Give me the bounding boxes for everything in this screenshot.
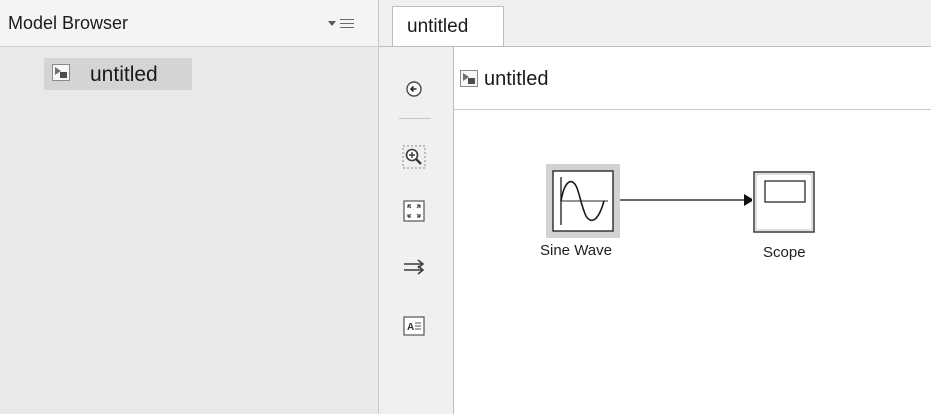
tree-item-untitled[interactable]: untitled xyxy=(44,58,192,90)
navigate-back-icon[interactable] xyxy=(401,76,427,102)
sine-wave-label: Sine Wave xyxy=(540,242,612,259)
tab-label: untitled xyxy=(407,16,469,37)
zoom-in-icon[interactable] xyxy=(401,144,427,170)
tree-item-label: untitled xyxy=(90,63,158,86)
scope-icon xyxy=(753,171,815,233)
sine-wave-icon xyxy=(552,170,614,232)
model-browser-title: Model Browser xyxy=(8,13,129,33)
palette-toolbar: A xyxy=(379,47,454,414)
svg-text:A: A xyxy=(407,322,414,333)
sine-wave-block[interactable] xyxy=(546,164,620,238)
fit-to-view-icon[interactable] xyxy=(401,198,427,224)
model-browser-header: Model Browser xyxy=(0,0,378,47)
annotation-icon[interactable]: A xyxy=(401,313,427,339)
caret-down-icon xyxy=(328,20,336,26)
model-icon xyxy=(460,70,478,87)
scope-label: Scope xyxy=(763,244,806,261)
model-canvas[interactable]: Sine Wave Scope xyxy=(454,110,931,414)
tab-untitled[interactable]: untitled xyxy=(392,6,504,46)
model-browser-panel: Model Browser untitled xyxy=(0,0,379,414)
signal-connections xyxy=(604,194,754,206)
route-lines-icon[interactable] xyxy=(401,254,427,280)
editor-tab-bar: untitled xyxy=(379,0,931,47)
list-menu-icon xyxy=(340,18,354,28)
model-icon xyxy=(52,64,70,81)
toolbar-separator xyxy=(399,118,431,119)
scope-block[interactable] xyxy=(752,170,816,234)
address-bar-label[interactable]: untitled xyxy=(484,68,549,91)
dropdown-menu-icon[interactable] xyxy=(328,14,362,32)
model-address-bar: untitled xyxy=(454,47,931,110)
